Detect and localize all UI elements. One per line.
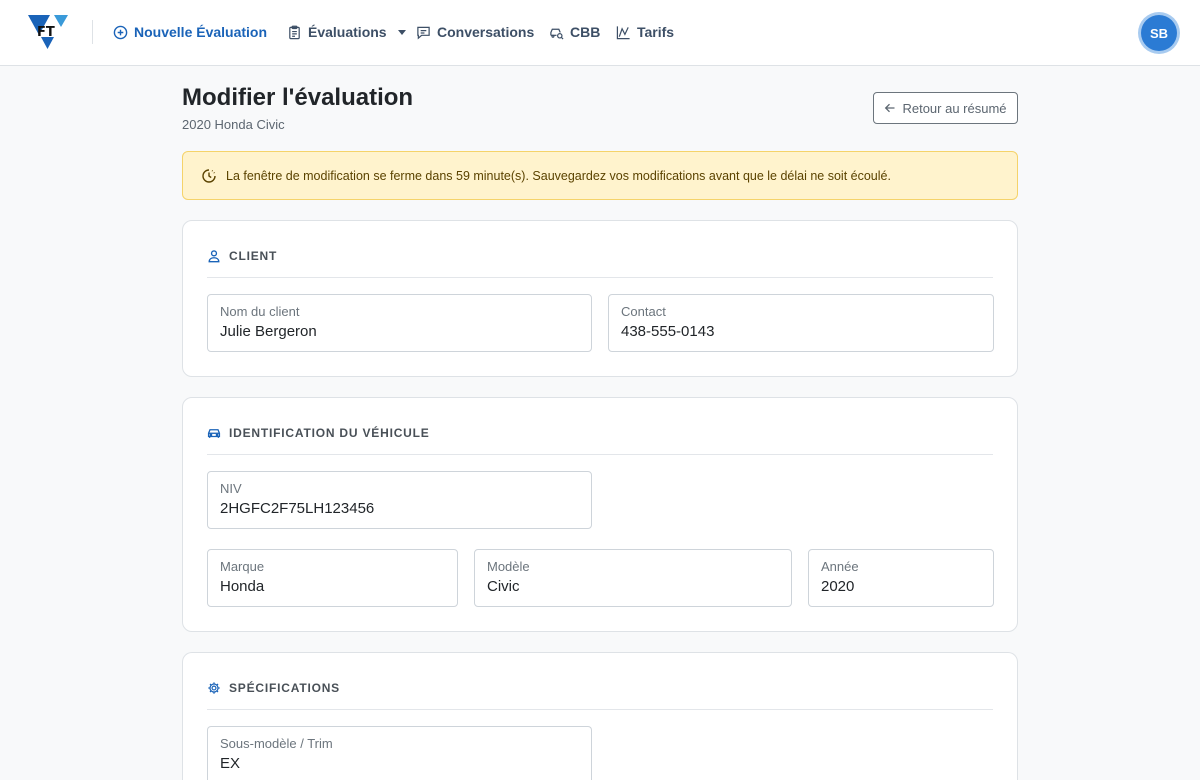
client-name-value[interactable]: Julie Bergeron bbox=[220, 321, 579, 343]
plus-circle-icon bbox=[113, 25, 128, 39]
nav-conversations-label: Conversations bbox=[437, 24, 535, 40]
page-title: Modifier l'évaluation bbox=[182, 84, 414, 111]
year-value[interactable]: 2020 bbox=[821, 576, 981, 598]
client-contact-value[interactable]: 438-555-0143 bbox=[621, 321, 981, 343]
year-label: Année bbox=[821, 559, 859, 574]
client-card: CLIENT Nom du client Julie Bergeron Cont… bbox=[182, 220, 1018, 377]
nav-evaluations-dropdown[interactable]: Évaluations bbox=[287, 22, 406, 42]
vehicle-card-header: IDENTIFICATION DU VÉHICULE bbox=[207, 426, 993, 455]
vehicle-card-title: IDENTIFICATION DU VÉHICULE bbox=[229, 426, 430, 440]
back-to-summary-label: Retour au résumé bbox=[902, 100, 1007, 116]
nav-evaluations-label: Évaluations bbox=[308, 24, 387, 40]
nav-cbb[interactable]: CBB bbox=[549, 22, 600, 42]
car-search-icon bbox=[550, 28, 564, 39]
make-value[interactable]: Honda bbox=[220, 576, 445, 598]
client-card-title: CLIENT bbox=[229, 249, 278, 263]
vin-label: NIV bbox=[220, 481, 242, 496]
top-navbar: FT Nouvelle Évaluation Évaluations Conve… bbox=[0, 0, 1200, 66]
clock-icon bbox=[202, 168, 216, 183]
nav-conversations[interactable]: Conversations bbox=[416, 22, 534, 42]
nav-tarifs[interactable]: Tarifs bbox=[616, 22, 674, 42]
nav-tarifs-label: Tarifs bbox=[637, 24, 675, 40]
model-value[interactable]: Civic bbox=[487, 576, 779, 598]
specifications-card: SPÉCIFICATIONS Sous-modèle / Trim EX bbox=[182, 652, 1018, 780]
trim-field[interactable]: Sous-modèle / Trim EX bbox=[207, 726, 592, 780]
specifications-card-title: SPÉCIFICATIONS bbox=[229, 681, 340, 695]
year-field[interactable]: Année 2020 bbox=[808, 549, 994, 607]
back-to-summary-button[interactable]: Retour au résumé bbox=[873, 92, 1018, 124]
client-name-field[interactable]: Nom du client Julie Bergeron bbox=[207, 294, 592, 352]
brand-logo[interactable]: FT bbox=[28, 15, 68, 49]
chevron-down-icon bbox=[397, 29, 406, 35]
car-icon bbox=[207, 429, 221, 438]
vin-value[interactable]: 2HGFC2F75LH123456 bbox=[220, 498, 579, 520]
person-icon bbox=[208, 250, 220, 263]
gear-icon bbox=[208, 682, 220, 694]
client-contact-field[interactable]: Contact 438-555-0143 bbox=[608, 294, 994, 352]
nav-new-evaluation-label: Nouvelle Évaluation bbox=[134, 24, 268, 40]
chat-icon bbox=[417, 26, 430, 39]
user-avatar[interactable]: SB bbox=[1141, 15, 1177, 51]
nav-cbb-label: CBB bbox=[570, 24, 601, 40]
make-field[interactable]: Marque Honda bbox=[207, 549, 458, 607]
trim-value[interactable]: EX bbox=[220, 753, 579, 775]
client-name-label: Nom du client bbox=[220, 304, 300, 319]
vehicle-card: IDENTIFICATION DU VÉHICULE NIV 2HGFC2F75… bbox=[182, 397, 1018, 632]
vin-field[interactable]: NIV 2HGFC2F75LH123456 bbox=[207, 471, 592, 529]
page-subtitle: 2020 Honda Civic bbox=[182, 117, 285, 132]
client-contact-label: Contact bbox=[621, 304, 666, 319]
nav-divider bbox=[92, 20, 93, 44]
clipboard-icon bbox=[289, 25, 300, 39]
arrow-left-icon bbox=[885, 103, 895, 113]
edit-window-alert: La fenêtre de modification se ferme dans… bbox=[182, 151, 1018, 200]
specifications-card-header: SPÉCIFICATIONS bbox=[207, 681, 993, 710]
svg-text:FT: FT bbox=[37, 25, 55, 40]
chart-icon bbox=[616, 25, 630, 39]
model-label: Modèle bbox=[487, 559, 530, 574]
trim-label: Sous-modèle / Trim bbox=[220, 736, 333, 751]
nav-new-evaluation[interactable]: Nouvelle Évaluation bbox=[113, 22, 267, 42]
model-field[interactable]: Modèle Civic bbox=[474, 549, 792, 607]
make-label: Marque bbox=[220, 559, 265, 574]
client-card-header: CLIENT bbox=[207, 249, 993, 278]
alert-message: La fenêtre de modification se ferme dans… bbox=[226, 168, 891, 183]
